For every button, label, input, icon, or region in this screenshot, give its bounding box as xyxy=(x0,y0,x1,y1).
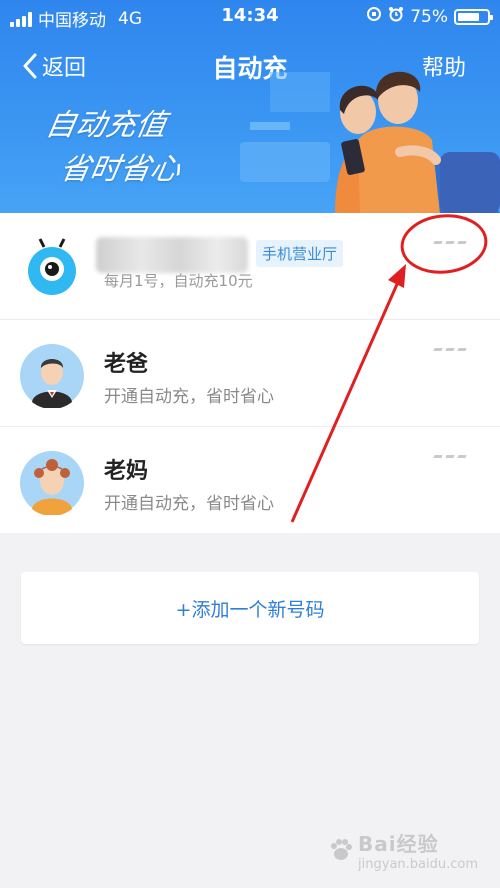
status-bar: 中国移动 4G 14:34 75% xyxy=(0,0,500,34)
masked-phone-number xyxy=(96,237,248,273)
contact-name: 老妈 xyxy=(104,459,149,484)
contact-desc: 开通自动充，省时省心 xyxy=(104,494,274,514)
contact-desc: 开通自动充，省时省心 xyxy=(104,387,274,407)
recharge-plan-text: 每月1号，自动充10元 xyxy=(104,272,253,290)
source-badge: 手机营业厅 xyxy=(256,240,344,267)
alarm-icon xyxy=(388,6,404,27)
add-number-button[interactable]: +添加一个新号码 xyxy=(21,572,479,644)
account-list: 手机营业厅 每月1号，自动充10元 老爸 开通自动充，省时省心 老妈 开通自动充… xyxy=(0,213,500,533)
slogan-line-2: 省时省心 xyxy=(57,152,184,187)
contact-name: 老爸 xyxy=(104,352,149,377)
lock-rotation-icon xyxy=(366,6,382,27)
mother-avatar-icon xyxy=(20,451,84,515)
father-avatar-icon xyxy=(20,344,84,408)
slogan-line-1: 自动充值 xyxy=(42,108,170,143)
watermark-text: Bai经验 xyxy=(358,832,439,856)
battery-icon xyxy=(454,8,493,25)
battery-percent: 75% xyxy=(410,6,448,27)
list-item[interactable]: 老爸 开通自动充，省时省心 xyxy=(0,320,500,427)
watermark-url: jingyan.baidu.com xyxy=(358,857,478,872)
more-icon[interactable] xyxy=(433,348,467,351)
couple-illustration xyxy=(240,71,500,213)
list-item[interactable]: 手机营业厅 每月1号，自动充10元 xyxy=(0,213,500,320)
more-icon[interactable] xyxy=(433,455,467,458)
header-banner: 中国移动 4G 14:34 75% 返回 自动充 帮助 自动充值 省时省心 xyxy=(0,0,500,213)
banner-slogan: 自动充值 省时省心 xyxy=(34,104,192,192)
paw-logo-icon xyxy=(331,839,353,860)
list-item[interactable]: 老妈 开通自动充，省时省心 xyxy=(0,427,500,533)
more-icon[interactable] xyxy=(433,241,467,244)
mascot-avatar-icon xyxy=(28,238,76,295)
baidu-watermark: Bai经验 jingyan.baidu.com xyxy=(328,828,478,872)
